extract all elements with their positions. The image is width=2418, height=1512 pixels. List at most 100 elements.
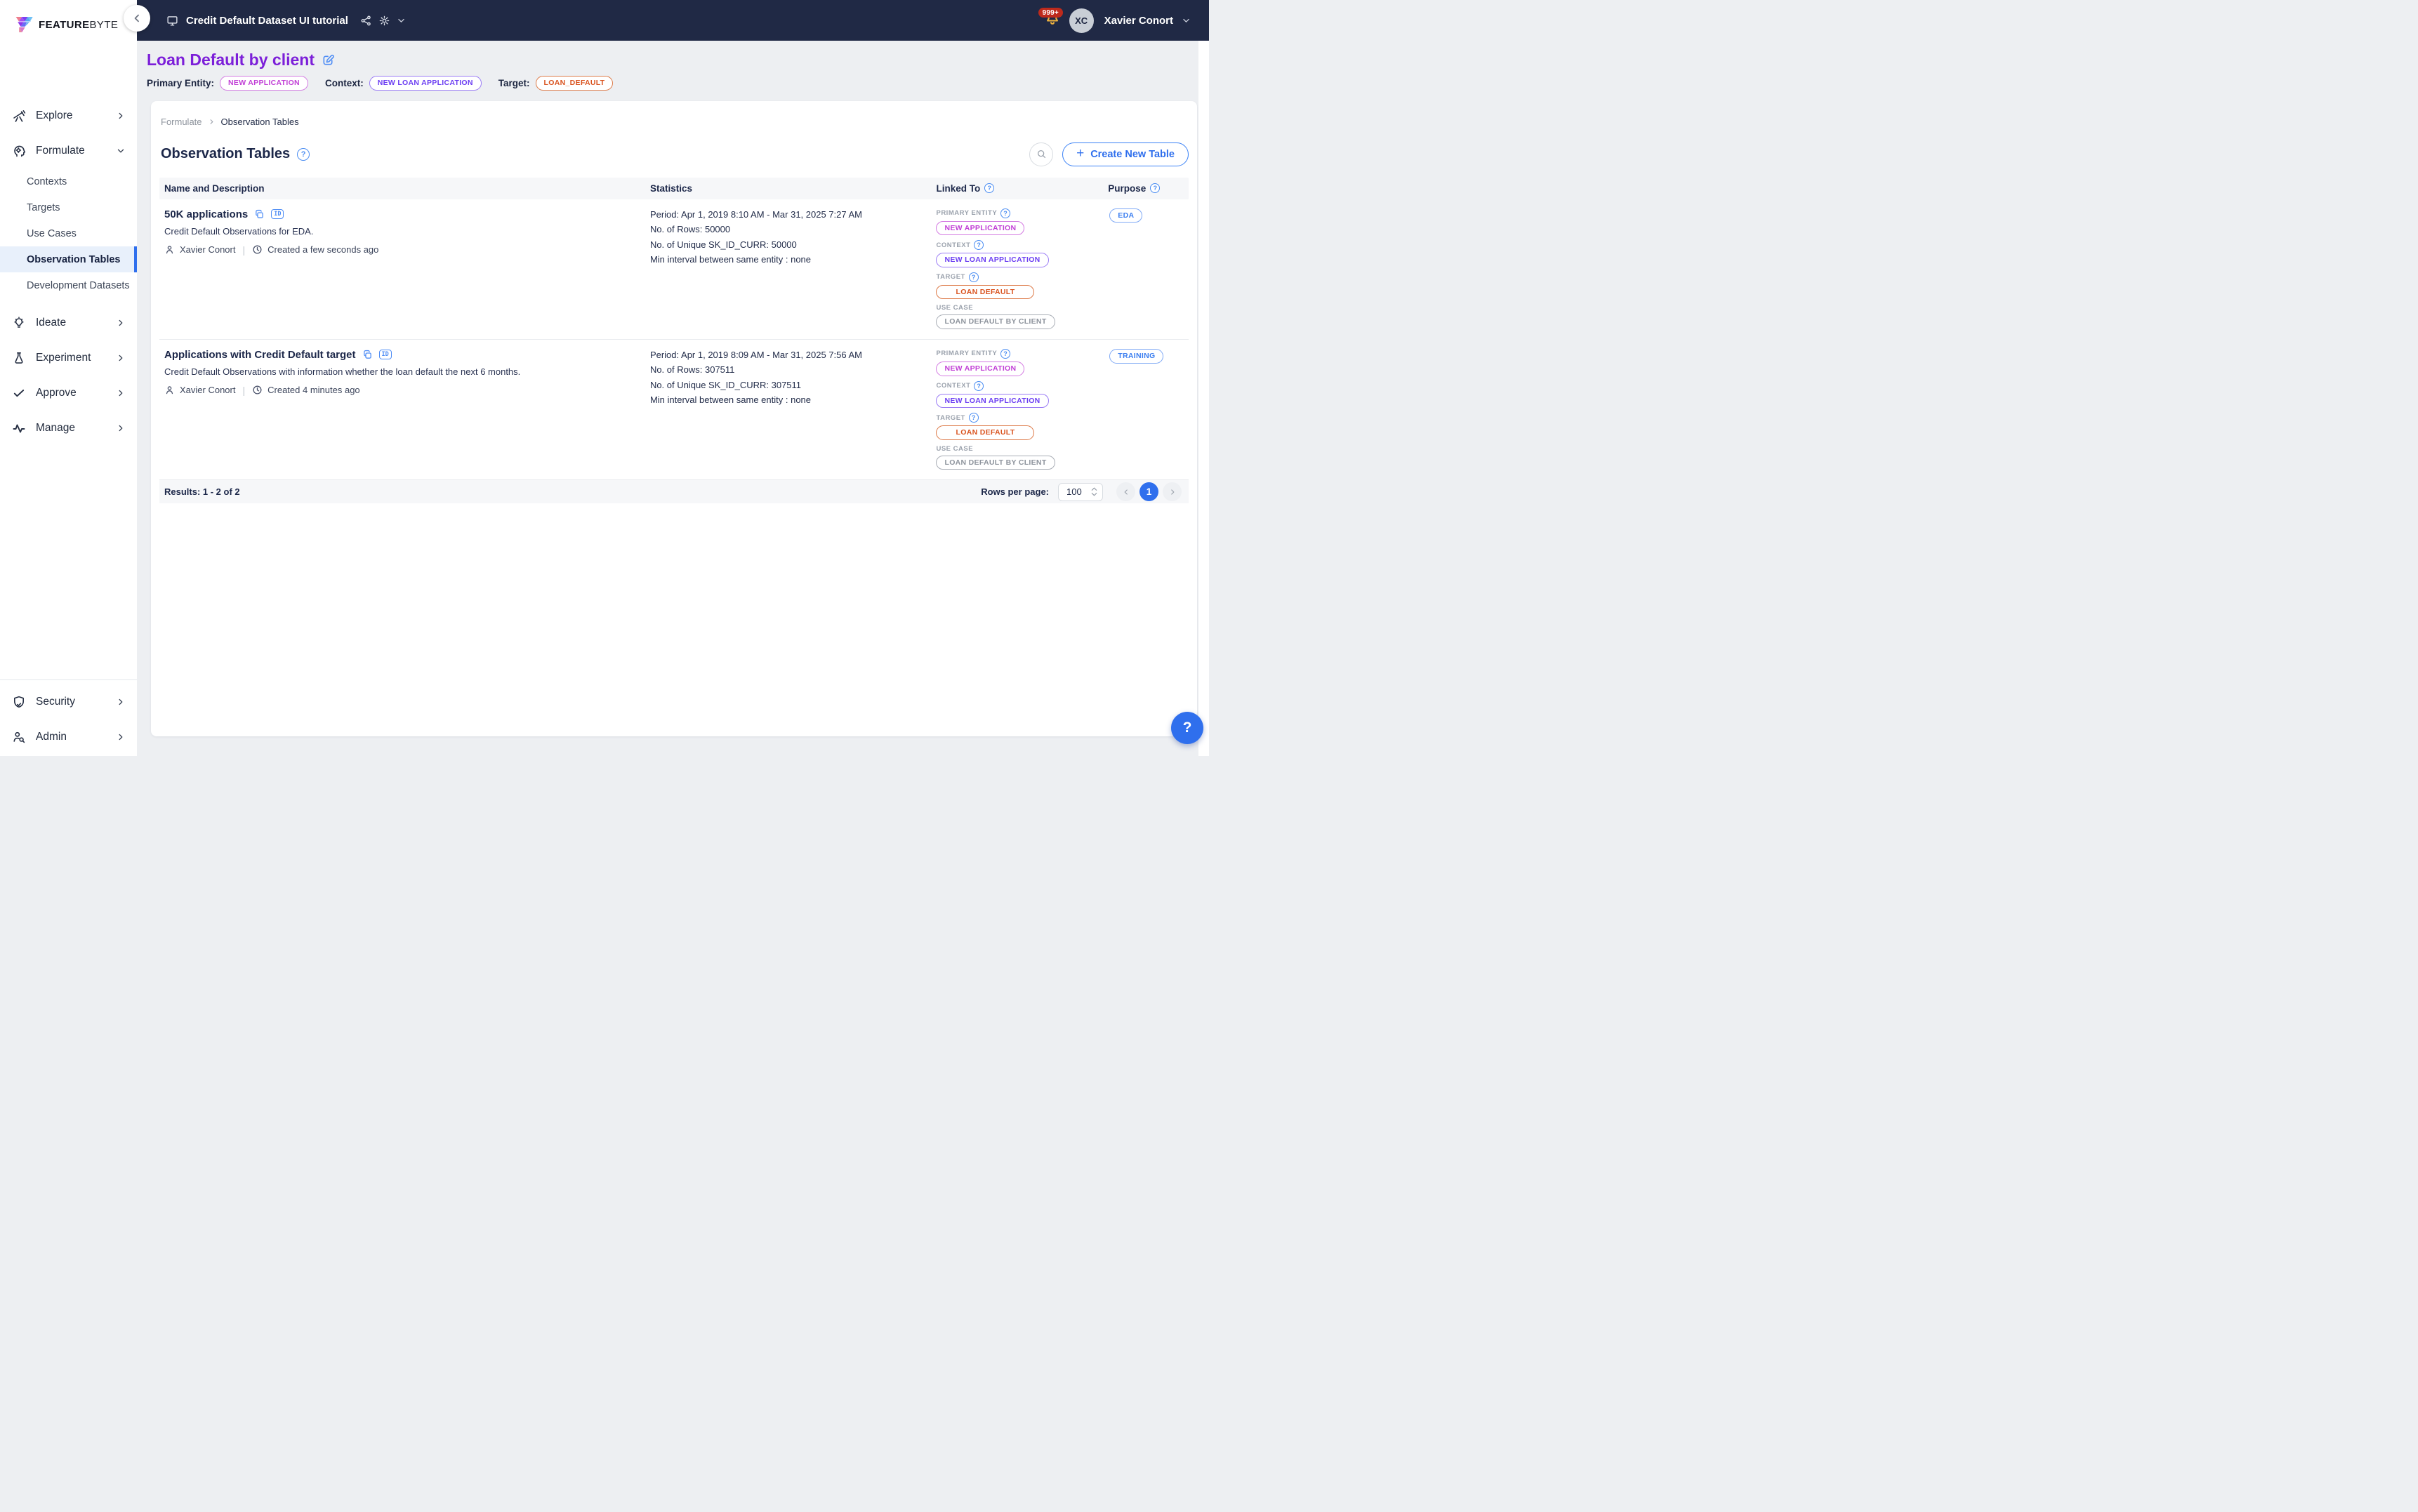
help-icon[interactable]: ? [297,148,310,161]
sidebar-item-label: Approve [36,387,116,399]
results-count: Results: 1 - 2 of 2 [164,486,240,497]
created-ago: Created 4 minutes ago [267,385,360,395]
copy-icon[interactable] [362,349,374,361]
purpose-badge: TRAINING [1109,349,1163,364]
sidebar-item-formulate[interactable]: Formulate [0,133,137,168]
scrollbar[interactable] [1198,0,1209,756]
context-label: CONTEXT [936,241,970,249]
linked-to-cell: PRIMARY ENTITY? NEW APPLICATION CONTEXT?… [931,199,1103,339]
table-row: Applications with Credit Default target … [159,340,1189,480]
collapse-sidebar-button[interactable] [124,5,150,32]
topbar-catalog-section: Credit Default Dataset UI tutorial [166,15,406,27]
person-icon [164,385,175,395]
help-icon[interactable]: ? [984,183,994,193]
user-name[interactable]: Xavier Conort [1104,15,1173,27]
sidebar-item-experiment[interactable]: Experiment [0,340,137,376]
featurebyte-logo-mark [15,15,34,34]
lightbulb-icon [12,316,26,330]
page-head: Loan Default by client Primary Entity: N… [137,41,1209,91]
copy-icon[interactable] [253,208,265,220]
sidebar-item-label: Explore [36,110,116,122]
help-icon[interactable]: ? [1150,183,1160,193]
previous-page-button[interactable] [1116,482,1135,501]
chevron-right-icon [116,353,126,363]
sidebar-item-label: Ideate [36,317,116,329]
chevron-right-icon [116,423,126,433]
sidebar-item-manage[interactable]: Manage [0,411,137,446]
table-description: Credit Default Observations with informa… [164,366,640,377]
sidebar-divider [0,679,137,680]
statistics-cell: Period: Apr 1, 2019 8:10 AM - Mar 31, 20… [645,199,932,339]
topbar-user-section: 999+ XC Xavier Conort [1044,8,1209,33]
stat-rows: No. of Rows: 307511 [650,364,927,376]
flask-icon [12,351,26,365]
help-icon[interactable]: ? [974,240,984,250]
sidebar-item-approve[interactable]: Approve [0,376,137,411]
chevron-down-icon[interactable] [397,16,406,25]
help-icon[interactable]: ? [969,272,979,282]
avatar[interactable]: XC [1069,8,1094,33]
next-page-button[interactable] [1163,482,1182,501]
sidebar-item-security[interactable]: Security [0,684,137,719]
share-icon[interactable] [360,15,372,27]
sidebar-item-contexts[interactable]: Contexts [0,168,137,194]
chevron-right-icon [116,111,126,121]
sidebar-item-ideate[interactable]: Ideate [0,305,137,340]
create-new-table-button[interactable]: + Create New Table [1062,142,1189,166]
help-icon[interactable]: ? [969,413,979,423]
purpose-badge: EDA [1109,208,1142,223]
pulse-icon [12,421,26,435]
byline-divider: | [240,385,247,396]
column-header-name: Name and Description [159,178,645,199]
id-icon[interactable]: ID [379,350,392,359]
notifications-button[interactable]: 999+ [1044,10,1061,31]
column-header-purpose: Purpose ? [1103,178,1189,199]
chevron-down-icon[interactable] [1182,16,1191,25]
sidebar-item-explore[interactable]: Explore [0,98,137,133]
primary-entity-label: Primary Entity: [147,78,214,88]
sidebar-item-development-datasets[interactable]: Development Datasets [0,272,137,298]
table-name-link[interactable]: Applications with Credit Default target [164,349,356,361]
observation-tables-table: Name and Description Statistics Linked T… [159,178,1189,504]
clock-icon [252,244,263,255]
sidebar-item-use-cases[interactable]: Use Cases [0,220,137,246]
table-name-link[interactable]: 50K applications [164,208,248,220]
user-search-icon [12,730,26,744]
stat-period: Period: Apr 1, 2019 8:09 AM - Mar 31, 20… [650,349,927,362]
gear-icon[interactable] [378,15,390,27]
sidebar-item-label: Development Datasets [27,280,130,291]
help-fab-button[interactable]: ? [1171,712,1203,744]
search-button[interactable] [1029,142,1053,166]
rows-per-page-select[interactable]: 100 [1058,483,1103,501]
page-number-button[interactable]: 1 [1139,482,1158,501]
use-case-badge: LOAN DEFAULT BY CLIENT [936,314,1055,329]
sidebar-item-label: Security [36,696,116,708]
target-label: Target: [498,78,530,88]
create-new-table-label: Create New Table [1090,149,1175,160]
chevron-right-icon [116,388,126,398]
help-icon[interactable]: ? [1000,349,1010,359]
plus-icon: + [1076,147,1084,160]
id-icon[interactable]: ID [271,209,284,219]
rows-per-page-value: 100 [1066,486,1091,497]
target-label: TARGET [936,273,965,281]
app-root: FEATUREBYTE Explore Formulate [0,0,1209,756]
page-section-heading: Observation Tables [161,146,290,162]
featurebyte-logo-text: FEATUREBYTE [39,19,118,31]
table-header-row: Name and Description Statistics Linked T… [159,178,1189,199]
head-gear-icon [12,144,26,158]
breadcrumb-formulate[interactable]: Formulate [161,117,202,127]
context-badge: NEW LOAN APPLICATION [369,76,482,91]
sidebar-bottom-section: Security Admin [0,679,137,756]
sidebar-item-admin[interactable]: Admin [0,719,137,755]
edit-icon[interactable] [322,53,335,67]
context-label: Context: [325,78,364,88]
stat-min-interval: Min interval between same entity : none [650,394,927,406]
help-icon[interactable]: ? [974,381,984,391]
help-icon[interactable]: ? [1000,208,1010,218]
sidebar-item-observation-tables[interactable]: Observation Tables [0,246,137,272]
sidebar-item-targets[interactable]: Targets [0,194,137,220]
column-header-statistics: Statistics [645,178,932,199]
use-case-badge: LOAN DEFAULT BY CLIENT [936,456,1055,470]
context-badge: NEW LOAN APPLICATION [936,394,1048,409]
